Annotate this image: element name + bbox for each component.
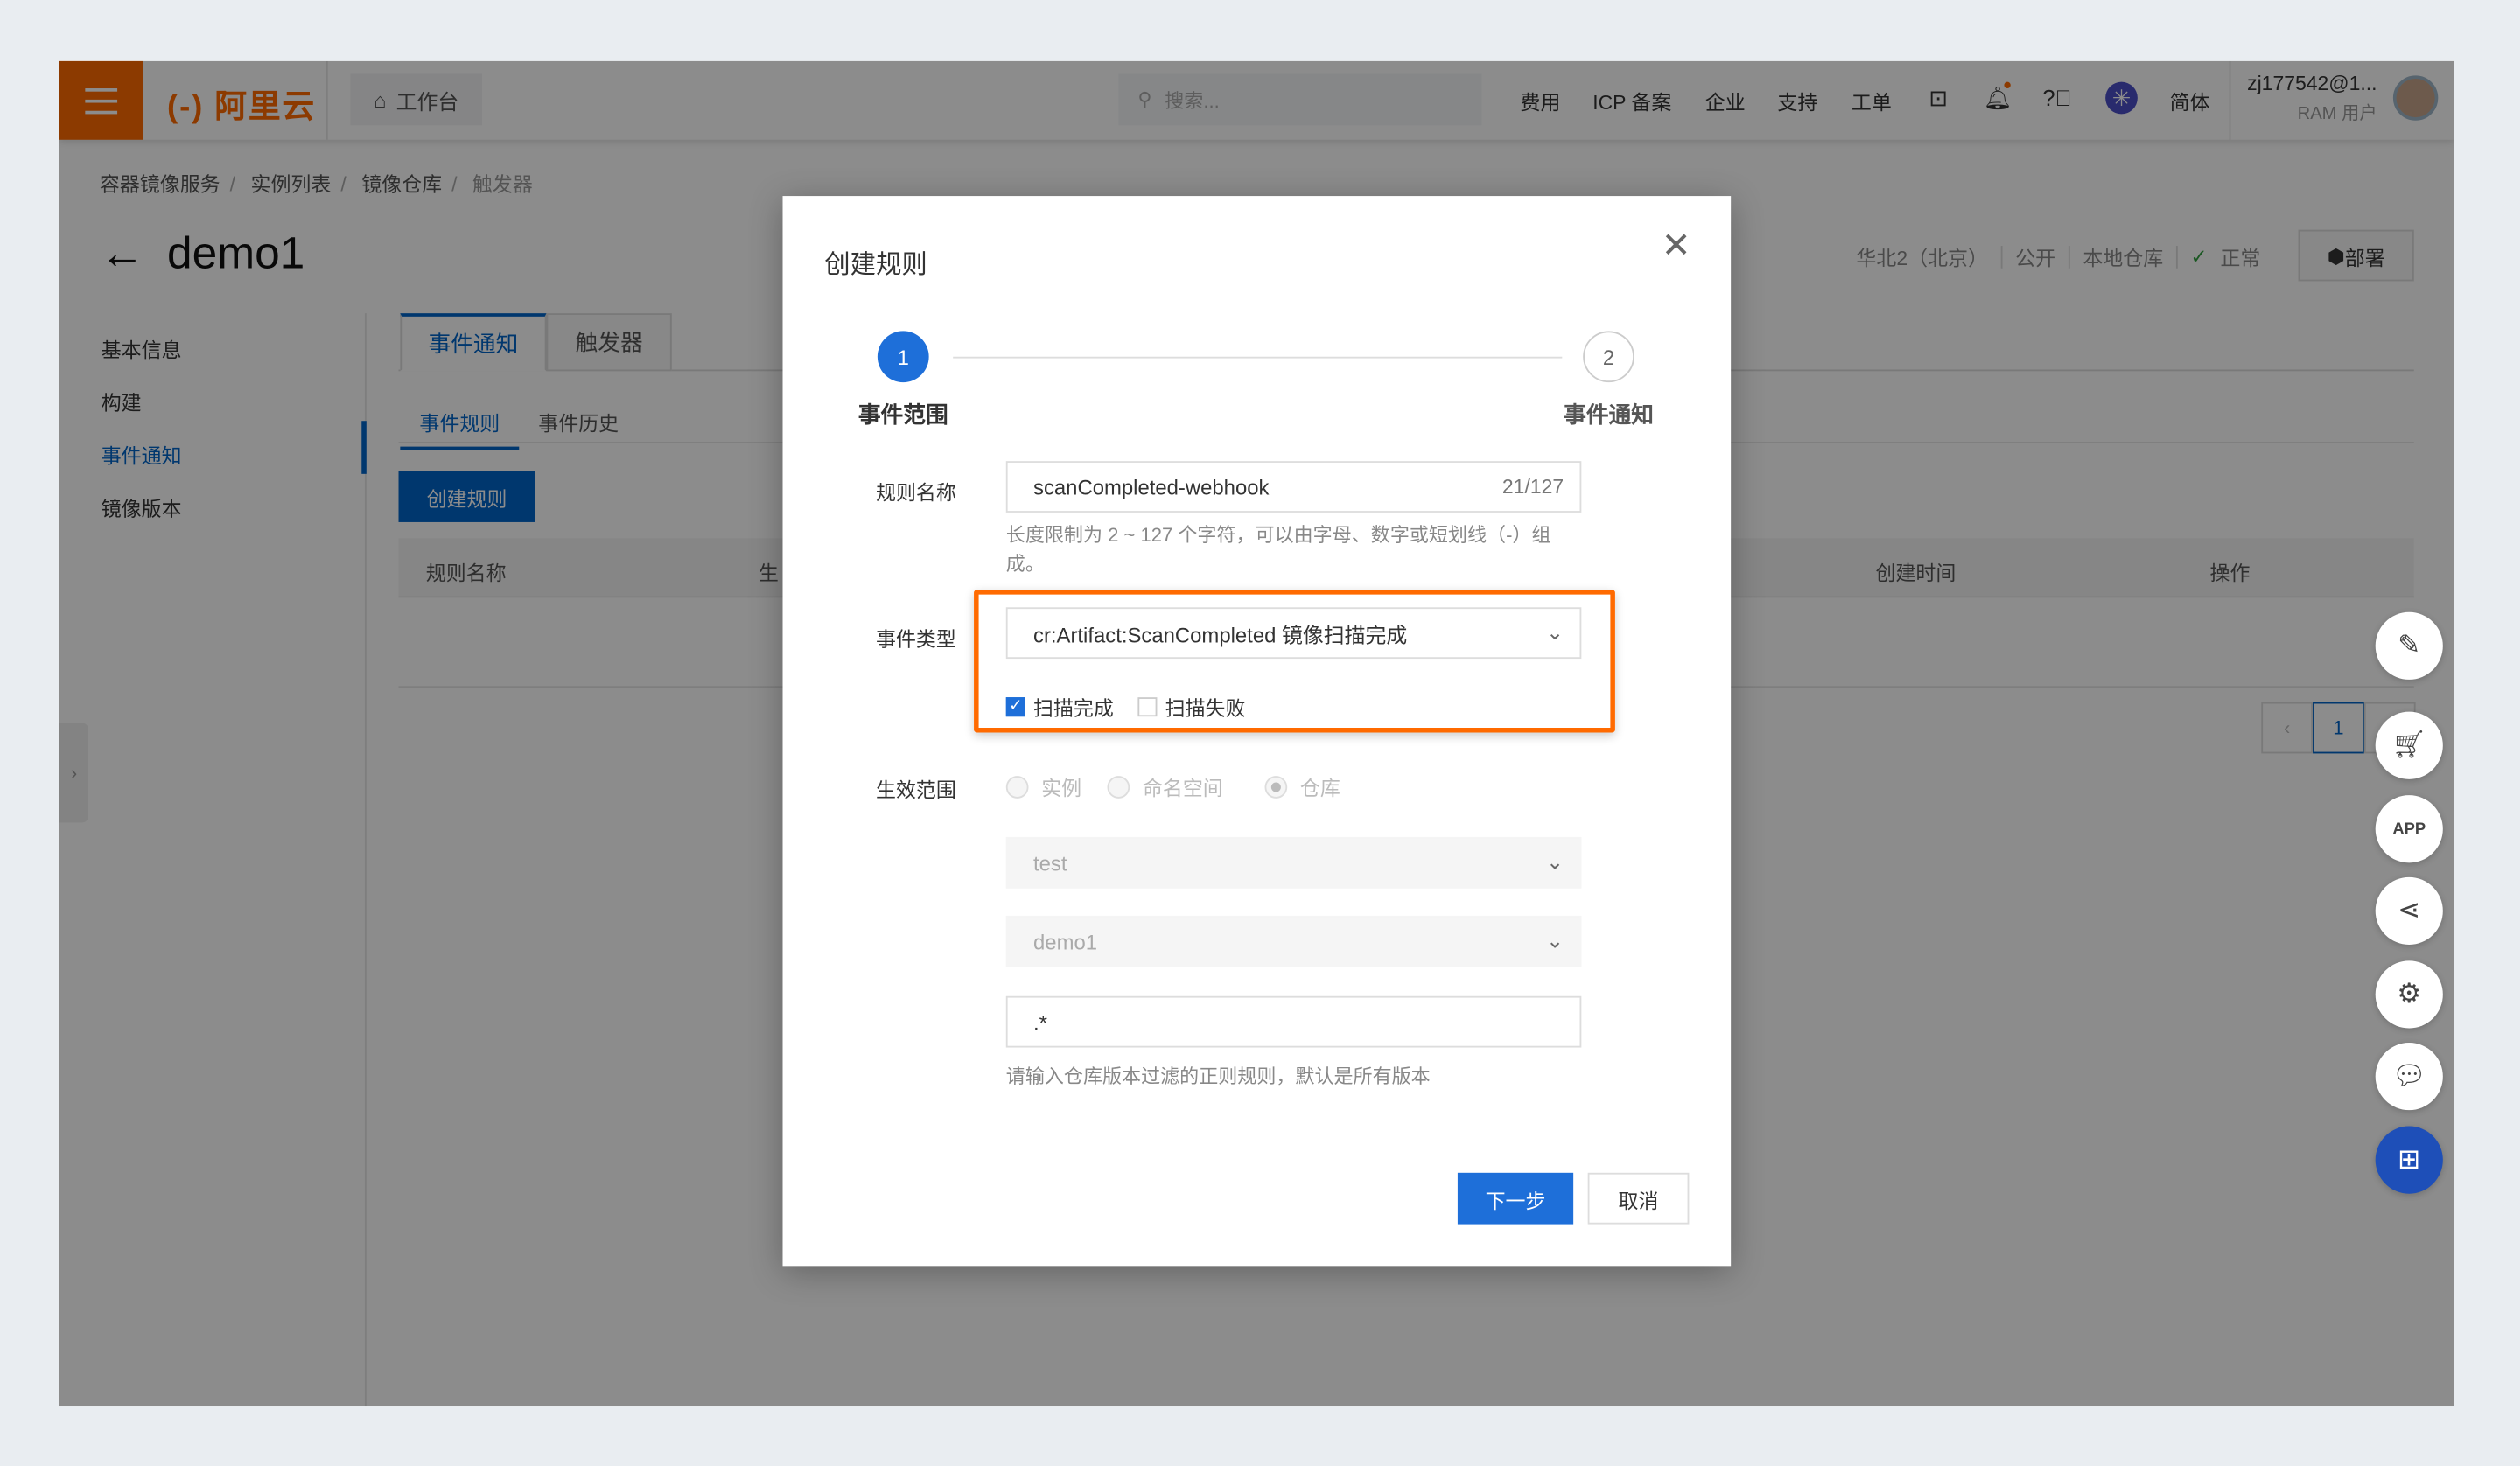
rule-name-label: 规则名称 [875, 482, 956, 505]
chevron-down-icon: ⌄ [1546, 928, 1564, 953]
tag-filter-help: 请输入仓库版本过滤的正则规则，默认是所有版本 [1005, 1065, 1431, 1088]
checkbox-scan-completed[interactable]: ✓ 扫描完成 [1005, 691, 1114, 722]
rule-name-input[interactable]: scanCompleted-webhook 21/127 [1005, 461, 1582, 513]
settings-icon[interactable]: ⚙ [2375, 960, 2443, 1029]
dialog-title: 创建规则 [824, 252, 928, 280]
next-button[interactable]: 下一步 [1457, 1172, 1574, 1225]
step-2: 2 [1583, 331, 1634, 383]
rule-name-help: 长度限制为 2 ~ 127 个字符，可以由字母、数字或短划线（-）组成。 [1005, 523, 1551, 576]
radio-namespace[interactable]: 命名空间 [1107, 771, 1223, 802]
checkbox-scan-failed[interactable]: 扫描失败 [1138, 691, 1245, 722]
cart-icon[interactable]: 🛒︎ [2375, 711, 2443, 779]
radio-repository[interactable]: 仓库 [1264, 771, 1340, 802]
radio-instance[interactable]: 实例 [1005, 771, 1082, 802]
step-1-label: 事件范围 [858, 401, 948, 428]
chevron-down-icon: ⌄ [1546, 619, 1564, 645]
edit-icon[interactable]: ✎ [2375, 611, 2443, 680]
scope-label: 生效范围 [875, 778, 956, 802]
event-type-label: 事件类型 [875, 628, 956, 651]
share-icon[interactable]: ⋖ [2375, 876, 2443, 945]
step-2-label: 事件通知 [1564, 401, 1654, 428]
step-1: 1 [877, 331, 929, 383]
apps-grid-icon[interactable]: ⊞ [2375, 1126, 2443, 1194]
chevron-down-icon: ⌄ [1546, 849, 1564, 875]
cancel-button[interactable]: 取消 [1587, 1172, 1690, 1225]
repository-select[interactable]: demo1 ⌄ [1005, 915, 1582, 967]
char-counter: 21/127 [1502, 475, 1564, 499]
app-download-icon[interactable]: APP [2375, 795, 2443, 863]
close-icon[interactable]: ✕ [1657, 225, 1696, 267]
create-rule-dialog: 创建规则 ✕ 1 2 事件范围 事件通知 规则名称 scanCompleted-… [782, 196, 1732, 1267]
feedback-icon[interactable]: 💬︎ [2375, 1043, 2443, 1111]
tag-filter-input[interactable]: .* [1005, 995, 1582, 1048]
event-type-select[interactable]: cr:Artifact:ScanCompleted 镜像扫描完成 ⌄ [1005, 607, 1582, 660]
namespace-select[interactable]: test ⌄ [1005, 836, 1582, 889]
